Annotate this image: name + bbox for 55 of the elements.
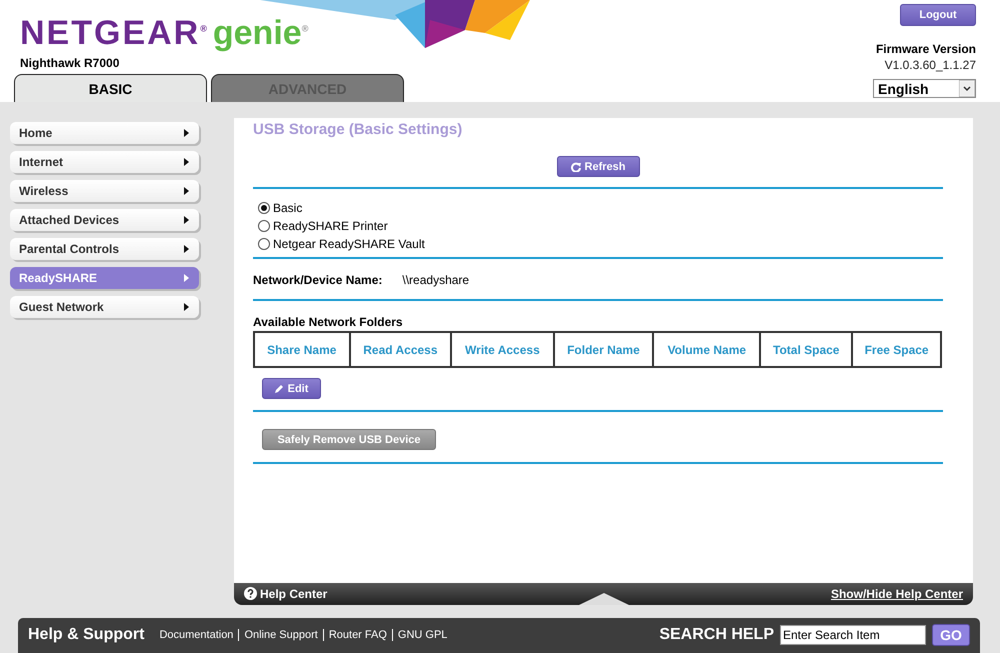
nav-tab[interactable]: BASIC	[14, 74, 207, 102]
chevron-icon	[959, 80, 975, 97]
help-icon	[244, 587, 257, 600]
arrow-icon	[184, 303, 189, 311]
sidebar-item[interactable]: Parental Controls	[10, 238, 199, 260]
arrow-icon	[184, 187, 189, 195]
show-hide-help-link[interactable]: Show/Hide Help Center	[830, 586, 963, 601]
radio-button[interactable]	[258, 202, 270, 214]
search-field[interactable]: Enter Search Item	[780, 625, 926, 646]
radio-button[interactable]	[258, 220, 270, 232]
footer-link[interactable]: GNU GPL	[392, 629, 452, 642]
sidebar-item[interactable]: Attached Devices	[10, 209, 199, 231]
refresh-icon	[570, 162, 581, 172]
sidebar-item[interactable]: Guest Network	[10, 296, 199, 318]
column-header: Folder Name	[554, 332, 654, 367]
page-title: USB Storage (Basic Settings)	[253, 121, 464, 138]
radio-label: Basic	[273, 201, 302, 215]
search-label: SEARCH HELP	[659, 626, 774, 644]
sidebar-item[interactable]: Internet	[10, 151, 199, 173]
genie-logo: genie$^{®}$	[212, 14, 308, 53]
model-name: Nighthawk R7000	[20, 56, 120, 70]
column-header: Write Access	[451, 332, 554, 367]
expand-icon	[579, 592, 629, 605]
device-name: \\readyshare	[402, 273, 470, 287]
arrow-icon	[184, 129, 189, 137]
arrow-icon	[184, 245, 189, 253]
logout-button[interactable]: Logout	[900, 4, 976, 26]
arrow-icon	[184, 274, 189, 282]
radio-label: Netgear ReadySHARE Vault	[273, 237, 425, 251]
netgear-logo: NETGEAR$^{®}$	[20, 14, 207, 53]
sidebar-item[interactable]: Home	[10, 122, 199, 144]
language-select[interactable]: English	[873, 79, 976, 98]
column-header: Read Access	[350, 332, 452, 367]
footer-link[interactable]: Documentation	[154, 629, 238, 642]
radio-button[interactable]	[258, 238, 270, 250]
column-header: Share Name	[254, 332, 350, 367]
firmware-version: V1.0.3.60_1.1.27	[884, 58, 976, 72]
column-header: Volume Name	[653, 332, 760, 367]
footer-title: Help & Support	[28, 626, 144, 644]
arrow-icon	[184, 216, 189, 224]
arrow-icon	[184, 158, 189, 166]
device-name-label: Network/Device Name:	[253, 273, 382, 287]
pencil-icon	[274, 384, 284, 393]
edit-button[interactable]: Edit	[262, 378, 321, 399]
radio-label: ReadySHARE Printer	[273, 219, 388, 233]
column-header: Free Space	[852, 332, 941, 367]
sidebar-item[interactable]: ReadySHARE	[10, 267, 199, 289]
footer-link[interactable]: Online Support	[238, 629, 323, 642]
footer-link[interactable]: Router FAQ	[322, 629, 392, 642]
refresh-button[interactable]: Refresh	[556, 156, 640, 177]
help-center-label: Help Center	[260, 586, 328, 601]
firmware-label: Firmware Version	[876, 42, 976, 56]
column-header: Total Space	[760, 332, 852, 367]
folders-heading: Available Network Folders	[253, 315, 404, 329]
sidebar-item[interactable]: Wireless	[10, 180, 199, 202]
